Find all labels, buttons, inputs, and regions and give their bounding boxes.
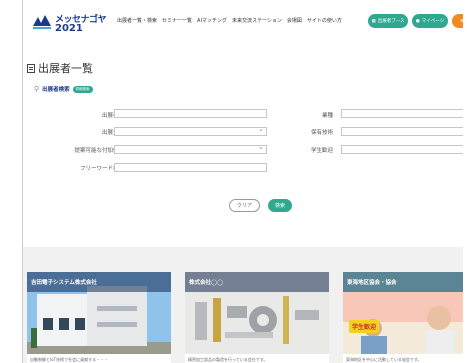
nav-item-ai-matching[interactable]: AIマッチング — [197, 17, 227, 24]
search-heading-text: 出展者検索 — [42, 87, 70, 93]
technology-label: 保有技術 — [310, 130, 333, 136]
card-title: 株式会社◯◯ — [185, 272, 329, 292]
nav-item-seminars[interactable]: セミナー一覧 — [162, 17, 192, 24]
exhibitor-booth-button[interactable]: ▦ 出展者ブース — [368, 14, 408, 28]
main-nav: 出展者一覧・検索 セミナー一覧 AIマッチング 未来交流ステーション 会場図 サ… — [117, 17, 342, 24]
exhibitor-name-input[interactable] — [114, 109, 267, 118]
logo-year: 2021 — [55, 23, 83, 34]
exhibitor-card[interactable]: 東海地区協会・協会 学生歓迎 東海地区を中心に活動している協会です。 — [343, 272, 463, 363]
extra-icon: ⊕ — [460, 19, 463, 24]
mypage-button-label: マイページ — [421, 19, 445, 24]
booth-button-label: 出展者ブース — [377, 19, 405, 24]
industry-select[interactable] — [341, 109, 463, 118]
student-select[interactable] — [341, 145, 463, 154]
freeword-input[interactable] — [114, 163, 267, 172]
search-icon: ⚲ — [34, 85, 40, 93]
industry-label: 業種 — [321, 113, 333, 119]
exhibitor-card[interactable]: 吉田電子システム株式会社 自動制御とIoT技術で社会に貢献する・・・ — [27, 272, 171, 363]
exhibitor-gallery: 吉田電子システム株式会社 自動制御とIoT技術で社会に貢献する・・・ 株式会社◯… — [23, 247, 463, 363]
exhibitor-card[interactable]: 株式会社◯◯ 精密加工部品の製造を行っている会社です。 — [185, 272, 329, 363]
list-icon — [27, 63, 35, 73]
card-title: 東海地区協会・協会 — [343, 272, 463, 292]
nav-item-exhibitor-list[interactable]: 出展者一覧・検索 — [117, 17, 157, 24]
card-title: 吉田電子システム株式会社 — [27, 272, 171, 292]
booth-icon: ▦ — [371, 18, 376, 24]
nav-item-how-to-use[interactable]: サイトの使い方 — [307, 17, 342, 24]
student-welcome-badge: 学生歓迎 — [349, 320, 380, 333]
search-button[interactable]: 検索 — [268, 199, 292, 212]
site-header: メッセナゴヤ 2021 出展者一覧・検索 セミナー一覧 AIマッチング 未来交流… — [23, 0, 463, 44]
student-label: 学生歓迎 — [310, 148, 333, 154]
card-description: 東海地区を中心に活動している協会です。 — [343, 354, 463, 363]
nav-item-venue-map[interactable]: 会場図 — [287, 17, 302, 24]
advanced-search-badge[interactable]: 詳細検索 — [72, 85, 93, 93]
user-icon: ● — [415, 18, 420, 24]
site-logo[interactable]: メッセナゴヤ 2021 — [32, 10, 107, 36]
card-description: 精密加工部品の製造を行っている会社です。 — [185, 354, 329, 363]
category-select[interactable] — [114, 125, 267, 136]
logo-mark-icon — [33, 15, 51, 29]
extra-header-button[interactable]: ⊕ — [452, 14, 463, 28]
proposal-select[interactable] — [114, 143, 267, 154]
technology-select[interactable] — [341, 127, 463, 136]
mypage-button[interactable]: ● マイページ — [412, 14, 448, 28]
nav-item-future-station[interactable]: 未来交流ステーション — [232, 17, 282, 24]
clear-button[interactable]: クリア — [229, 199, 260, 212]
page-title: 出展者一覧 — [27, 60, 93, 76]
browser-frame: メッセナゴヤ 2021 出展者一覧・検索 セミナー一覧 AIマッチング 未来交流… — [22, 0, 463, 363]
page-title-text: 出展者一覧 — [38, 62, 93, 75]
search-heading: ⚲ 出展者検索 詳細検索 — [34, 85, 93, 93]
card-description: 自動制御とIoT技術で社会に貢献する・・・ — [27, 354, 171, 363]
